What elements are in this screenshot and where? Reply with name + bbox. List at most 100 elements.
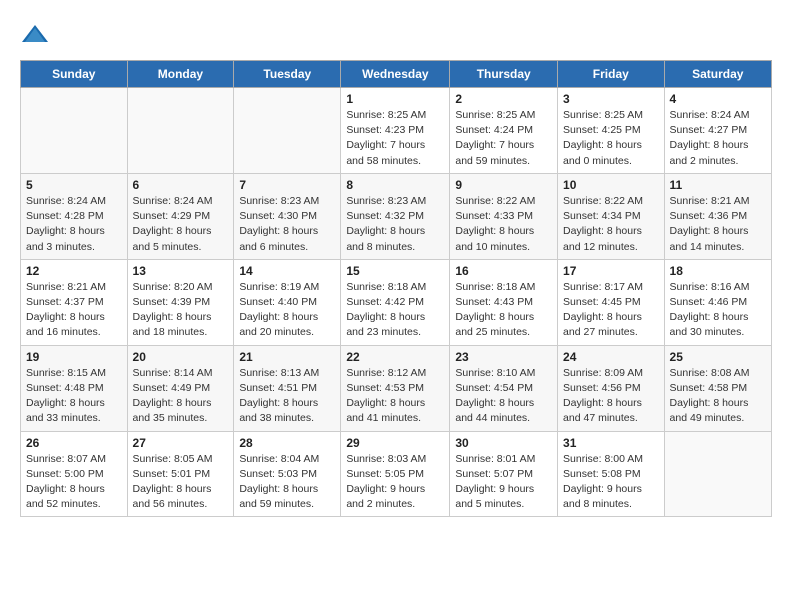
calendar-cell: 20 Sunrise: 8:14 AM Sunset: 4:49 PM Dayli… [127,345,234,431]
day-info: Sunrise: 8:17 AM Sunset: 4:45 PM Dayligh… [563,280,659,341]
logo [20,20,54,50]
day-info: Sunrise: 8:07 AM Sunset: 5:00 PM Dayligh… [26,452,122,513]
day-header-friday: Friday [558,61,665,88]
day-info: Sunrise: 8:25 AM Sunset: 4:24 PM Dayligh… [455,108,552,169]
calendar-cell: 16 Sunrise: 8:18 AM Sunset: 4:43 PM Dayli… [450,259,558,345]
day-number: 8 [346,178,444,192]
day-number: 2 [455,92,552,106]
calendar-cell: 8 Sunrise: 8:23 AM Sunset: 4:32 PM Daylig… [341,173,450,259]
day-number: 31 [563,436,659,450]
day-number: 15 [346,264,444,278]
calendar-cell: 26 Sunrise: 8:07 AM Sunset: 5:00 PM Dayli… [21,431,128,517]
calendar-cell: 24 Sunrise: 8:09 AM Sunset: 4:56 PM Dayli… [558,345,665,431]
calendar-week-1: 1 Sunrise: 8:25 AM Sunset: 4:23 PM Daylig… [21,88,772,174]
day-header-tuesday: Tuesday [234,61,341,88]
day-number: 7 [239,178,335,192]
day-info: Sunrise: 8:14 AM Sunset: 4:49 PM Dayligh… [133,366,229,427]
calendar-cell: 11 Sunrise: 8:21 AM Sunset: 4:36 PM Dayli… [664,173,771,259]
calendar-cell: 30 Sunrise: 8:01 AM Sunset: 5:07 PM Dayli… [450,431,558,517]
day-number: 10 [563,178,659,192]
calendar-cell: 18 Sunrise: 8:16 AM Sunset: 4:46 PM Dayli… [664,259,771,345]
day-info: Sunrise: 8:05 AM Sunset: 5:01 PM Dayligh… [133,452,229,513]
day-info: Sunrise: 8:12 AM Sunset: 4:53 PM Dayligh… [346,366,444,427]
day-info: Sunrise: 8:15 AM Sunset: 4:48 PM Dayligh… [26,366,122,427]
day-number: 20 [133,350,229,364]
day-info: Sunrise: 8:21 AM Sunset: 4:37 PM Dayligh… [26,280,122,341]
day-header-wednesday: Wednesday [341,61,450,88]
calendar-cell: 25Sunrise: 8:08 AM Sunset: 4:58 PM Dayli… [664,345,771,431]
calendar-cell [127,88,234,174]
calendar-cell: 10 Sunrise: 8:22 AM Sunset: 4:34 PM Dayli… [558,173,665,259]
calendar-cell: 13 Sunrise: 8:20 AM Sunset: 4:39 PM Dayli… [127,259,234,345]
calendar-cell: 15 Sunrise: 8:18 AM Sunset: 4:42 PM Dayli… [341,259,450,345]
day-header-saturday: Saturday [664,61,771,88]
day-info: Sunrise: 8:18 AM Sunset: 4:42 PM Dayligh… [346,280,444,341]
day-number: 16 [455,264,552,278]
calendar-cell: 23Sunrise: 8:10 AM Sunset: 4:54 PM Dayli… [450,345,558,431]
calendar-cell: 21Sunrise: 8:13 AM Sunset: 4:51 PM Dayli… [234,345,341,431]
day-info: Sunrise: 8:22 AM Sunset: 4:34 PM Dayligh… [563,194,659,255]
calendar-cell: 1 Sunrise: 8:25 AM Sunset: 4:23 PM Daylig… [341,88,450,174]
day-info: Sunrise: 8:23 AM Sunset: 4:30 PM Dayligh… [239,194,335,255]
calendar-cell: 27 Sunrise: 8:05 AM Sunset: 5:01 PM Dayli… [127,431,234,517]
calendar-cell: 4Sunrise: 8:24 AM Sunset: 4:27 PM Daylig… [664,88,771,174]
calendar-week-4: 19 Sunrise: 8:15 AM Sunset: 4:48 PM Dayli… [21,345,772,431]
day-info: Sunrise: 8:01 AM Sunset: 5:07 PM Dayligh… [455,452,552,513]
calendar-cell: 19 Sunrise: 8:15 AM Sunset: 4:48 PM Dayli… [21,345,128,431]
calendar-cell: 12 Sunrise: 8:21 AM Sunset: 4:37 PM Dayli… [21,259,128,345]
calendar-cell [664,431,771,517]
day-info: Sunrise: 8:20 AM Sunset: 4:39 PM Dayligh… [133,280,229,341]
day-info: Sunrise: 8:22 AM Sunset: 4:33 PM Dayligh… [455,194,552,255]
day-info: Sunrise: 8:04 AM Sunset: 5:03 PM Dayligh… [239,452,335,513]
day-number: 28 [239,436,335,450]
calendar-cell: 14 Sunrise: 8:19 AM Sunset: 4:40 PM Dayli… [234,259,341,345]
day-number: 3 [563,92,659,106]
day-info: Sunrise: 8:21 AM Sunset: 4:36 PM Dayligh… [670,194,766,255]
calendar-header-row: SundayMondayTuesdayWednesdayThursdayFrid… [21,61,772,88]
calendar-cell: 6Sunrise: 8:24 AM Sunset: 4:29 PM Daylig… [127,173,234,259]
day-number: 22 [346,350,444,364]
day-number: 14 [239,264,335,278]
calendar-cell [234,88,341,174]
day-number: 11 [670,178,766,192]
day-info: Sunrise: 8:25 AM Sunset: 4:25 PM Dayligh… [563,108,659,169]
logo-icon [20,20,50,50]
day-info: Sunrise: 8:18 AM Sunset: 4:43 PM Dayligh… [455,280,552,341]
day-number: 17 [563,264,659,278]
day-number: 27 [133,436,229,450]
day-number: 12 [26,264,122,278]
day-info: Sunrise: 8:24 AM Sunset: 4:28 PM Dayligh… [26,194,122,255]
calendar-week-2: 5 Sunrise: 8:24 AM Sunset: 4:28 PM Daylig… [21,173,772,259]
day-info: Sunrise: 8:13 AM Sunset: 4:51 PM Dayligh… [239,366,335,427]
calendar-cell: 5 Sunrise: 8:24 AM Sunset: 4:28 PM Daylig… [21,173,128,259]
day-number: 1 [346,92,444,106]
day-number: 18 [670,264,766,278]
day-number: 9 [455,178,552,192]
day-info: Sunrise: 8:19 AM Sunset: 4:40 PM Dayligh… [239,280,335,341]
day-info: Sunrise: 8:16 AM Sunset: 4:46 PM Dayligh… [670,280,766,341]
calendar-cell: 28 Sunrise: 8:04 AM Sunset: 5:03 PM Dayli… [234,431,341,517]
day-number: 29 [346,436,444,450]
calendar-week-5: 26 Sunrise: 8:07 AM Sunset: 5:00 PM Dayli… [21,431,772,517]
day-number: 19 [26,350,122,364]
day-number: 30 [455,436,552,450]
day-info: Sunrise: 8:25 AM Sunset: 4:23 PM Dayligh… [346,108,444,169]
day-header-monday: Monday [127,61,234,88]
day-info: Sunrise: 8:09 AM Sunset: 4:56 PM Dayligh… [563,366,659,427]
calendar-week-3: 12 Sunrise: 8:21 AM Sunset: 4:37 PM Dayli… [21,259,772,345]
day-number: 5 [26,178,122,192]
day-info: Sunrise: 8:00 AM Sunset: 5:08 PM Dayligh… [563,452,659,513]
calendar-cell: 9 Sunrise: 8:22 AM Sunset: 4:33 PM Daylig… [450,173,558,259]
day-info: Sunrise: 8:23 AM Sunset: 4:32 PM Dayligh… [346,194,444,255]
day-number: 26 [26,436,122,450]
calendar-cell [21,88,128,174]
day-info: Sunrise: 8:10 AM Sunset: 4:54 PM Dayligh… [455,366,552,427]
calendar-cell: 3 Sunrise: 8:25 AM Sunset: 4:25 PM Daylig… [558,88,665,174]
day-header-sunday: Sunday [21,61,128,88]
day-number: 13 [133,264,229,278]
calendar-cell: 7 Sunrise: 8:23 AM Sunset: 4:30 PM Daylig… [234,173,341,259]
day-number: 25 [670,350,766,364]
calendar-cell: 31 Sunrise: 8:00 AM Sunset: 5:08 PM Dayli… [558,431,665,517]
day-number: 24 [563,350,659,364]
day-header-thursday: Thursday [450,61,558,88]
